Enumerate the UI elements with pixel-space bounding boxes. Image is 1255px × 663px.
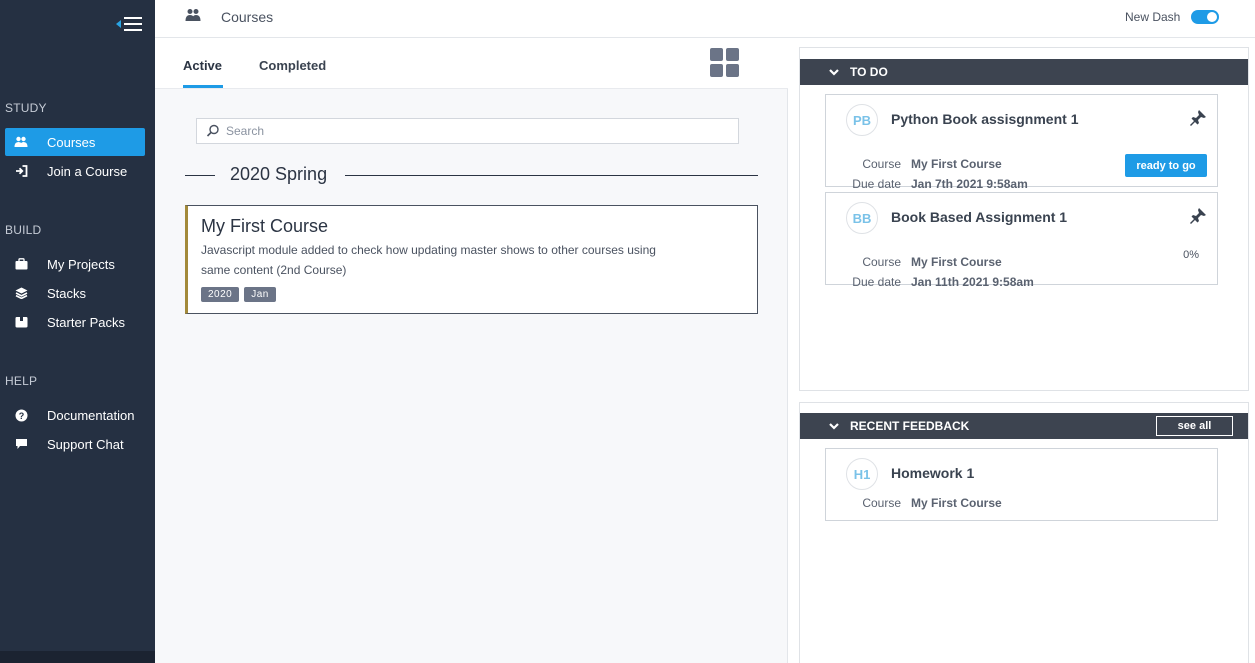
courses-pane: Active Completed 2020 Spring My First Co…	[155, 38, 788, 663]
briefcase-icon	[5, 258, 37, 270]
feedback-item-title: Homework 1	[891, 465, 975, 481]
course-key: Course	[862, 496, 901, 510]
sidebar-item-join-course[interactable]: Join a Course	[5, 157, 145, 185]
page-title: Courses	[221, 9, 274, 25]
search-icon	[206, 124, 220, 138]
sidebar-item-support-chat[interactable]: Support Chat	[5, 430, 145, 458]
section-title-study: STUDY	[5, 101, 47, 115]
todo-header[interactable]: TO DO	[800, 59, 1248, 85]
tag-month: Jan	[244, 287, 276, 302]
avatar: BB	[846, 202, 878, 234]
feedback-panel: RECENT FEEDBACK see all H1 Homework 1 Co…	[799, 402, 1249, 663]
grid-view-icon[interactable]	[710, 48, 740, 78]
course-value: My First Course	[911, 255, 1002, 269]
due-date-value: Jan 11th 2021 9:58am	[911, 275, 1034, 289]
sidebar-item-courses[interactable]: Courses	[5, 128, 145, 156]
active-tab-indicator	[183, 85, 223, 88]
pin-icon[interactable]	[1189, 207, 1207, 225]
feedback-header[interactable]: RECENT FEEDBACK see all	[800, 413, 1248, 439]
sidebar-item-label: Starter Packs	[47, 314, 126, 330]
course-description: Javascript module added to check how upd…	[201, 243, 656, 277]
search-input[interactable]	[226, 124, 726, 138]
due-date-key: Due date	[852, 275, 901, 289]
svg-text:?: ?	[18, 411, 24, 421]
due-date-key: Due date	[852, 177, 901, 191]
due-date-value: Jan 7th 2021 9:58am	[911, 177, 1028, 191]
course-card[interactable]: My First Course Javascript module added …	[185, 205, 758, 314]
ready-to-go-button[interactable]: ready to go	[1125, 154, 1207, 177]
question-circle-icon: ?	[5, 409, 37, 422]
section-title-build: BUILD	[5, 223, 42, 237]
sidebar-item-label: Documentation	[47, 407, 135, 423]
todo-title: TO DO	[850, 65, 888, 79]
avatar: PB	[846, 104, 878, 136]
course-tags: 2020 Jan	[201, 287, 276, 302]
sidebar-item-label: Stacks	[47, 285, 87, 301]
tab-active[interactable]: Active	[183, 58, 222, 73]
users-icon	[5, 136, 37, 148]
section-title-help: HELP	[5, 374, 38, 388]
tab-completed[interactable]: Completed	[259, 58, 326, 73]
feedback-item[interactable]: H1 Homework 1 Course My First Course	[825, 448, 1218, 521]
chat-bubble-icon	[5, 438, 37, 450]
users-icon	[185, 8, 201, 27]
todo-item-title: Python Book assisgnment 1	[891, 111, 1079, 127]
new-dash-toggle[interactable]	[1191, 10, 1219, 24]
collapse-menu-icon[interactable]	[116, 14, 144, 34]
chevron-down-icon	[829, 69, 839, 76]
layers-icon	[5, 287, 37, 299]
season-label: 2020 Spring	[230, 164, 328, 184]
sidebar-footer	[0, 651, 155, 663]
course-title: My First Course	[201, 216, 329, 236]
box-icon	[5, 316, 37, 328]
tabs-bar: Active Completed	[155, 38, 788, 89]
course-value: My First Course	[911, 496, 1002, 510]
avatar: H1	[846, 458, 878, 490]
top-header: Courses New Dash	[155, 0, 1255, 38]
new-dash-label: New Dash	[1125, 10, 1181, 24]
course-key: Course	[862, 157, 901, 171]
chevron-down-icon	[829, 423, 839, 430]
sidebar-item-documentation[interactable]: ? Documentation	[5, 401, 145, 429]
sidebar-item-starter-packs[interactable]: Starter Packs	[5, 308, 145, 336]
todo-panel: TO DO PB Python Book assisgnment 1 Cours…	[799, 47, 1249, 391]
sidebar-item-stacks[interactable]: Stacks	[5, 279, 145, 307]
sidebar-item-label: My Projects	[47, 256, 115, 272]
todo-item-title: Book Based Assignment 1	[891, 209, 1068, 225]
sign-in-icon	[5, 165, 37, 177]
course-key: Course	[862, 255, 901, 269]
course-value: My First Course	[911, 157, 1002, 171]
pin-icon[interactable]	[1189, 109, 1207, 127]
progress-percent: 0%	[1183, 249, 1199, 261]
sidebar: STUDY Courses Join a Course BUILD My Pro…	[0, 0, 155, 663]
todo-item[interactable]: BB Book Based Assignment 1 Course My Fir…	[825, 192, 1218, 289]
sidebar-item-label: Join a Course	[47, 163, 128, 179]
sidebar-item-label: Courses	[47, 134, 96, 150]
sidebar-item-label: Support Chat	[47, 436, 124, 452]
season-divider: 2020 Spring	[185, 162, 758, 188]
dashboard-sidebar: TO DO PB Python Book assisgnment 1 Cours…	[789, 38, 1255, 663]
see-all-button[interactable]: see all	[1156, 416, 1233, 436]
sidebar-item-my-projects[interactable]: My Projects	[5, 250, 145, 278]
todo-item[interactable]: PB Python Book assisgnment 1 Course My F…	[825, 94, 1218, 191]
search-box	[196, 118, 739, 144]
feedback-title: RECENT FEEDBACK	[850, 419, 970, 433]
tag-year: 2020	[201, 287, 240, 302]
